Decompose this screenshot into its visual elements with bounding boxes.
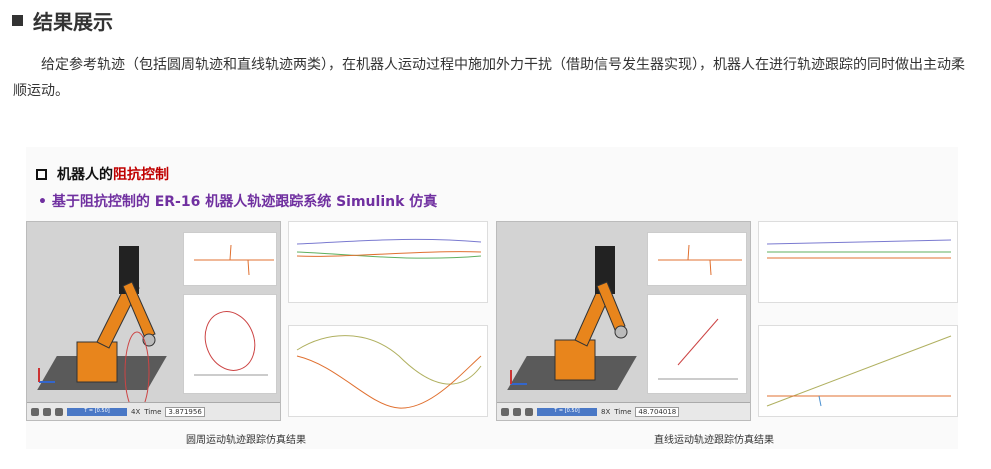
- square-bullet-icon: [12, 15, 23, 26]
- time-label: Time: [144, 407, 162, 416]
- time-value: 3.871956: [165, 406, 205, 417]
- caption-line: 直线运动轨迹跟踪仿真结果: [654, 435, 774, 446]
- progress-bar[interactable]: T = [0.50]: [67, 407, 127, 416]
- playback-controls[interactable]: T = [0.50] 4X Time 3.871956: [27, 402, 280, 420]
- slide-title: 机器人的 阻抗控制: [36, 164, 169, 184]
- slide-title-prefix: 机器人的: [57, 167, 113, 183]
- circle-result-panel: T = [0.50] 4X Time 3.871956: [26, 221, 488, 421]
- force-mini-plot: [183, 232, 277, 286]
- intro-paragraph: 给定参考轨迹（包括圆周轨迹和直线轨迹两类），在机器人运动过程中施加外力干扰（借助…: [13, 57, 965, 99]
- heading-text: 结果展示: [33, 10, 113, 34]
- time-value: 48.704018: [635, 406, 680, 417]
- step-button[interactable]: [525, 407, 533, 416]
- result-figure: 机器人的 阻抗控制 • 基于阻抗控制的 ER-16 机器人轨迹跟踪系统 Simul…: [26, 147, 958, 449]
- line-result-panel: T = [0.50] 8X Time 48.704018: [496, 221, 958, 421]
- progress-bar[interactable]: T = [0.50]: [537, 407, 597, 416]
- caption-circle: 圆周运动轨迹跟踪仿真结果: [186, 435, 306, 446]
- force-mini-plot: [647, 232, 747, 286]
- play-button[interactable]: [513, 407, 521, 416]
- trajectory-3d-plot: [647, 294, 747, 394]
- error-plot: [758, 221, 958, 303]
- time-label: Time: [614, 407, 632, 416]
- robot-viewer: T = [0.50] 4X Time 3.871956: [26, 221, 281, 421]
- slide-title-highlight: 阻抗控制: [113, 167, 169, 183]
- speed-label: 8X: [601, 407, 611, 416]
- playback-controls[interactable]: T = [0.50] 8X Time 48.704018: [497, 402, 750, 420]
- trajectory-3d-plot: [183, 294, 277, 394]
- rewind-button[interactable]: [501, 407, 509, 416]
- section-heading: 结果展示: [12, 6, 113, 35]
- play-button[interactable]: [43, 407, 51, 416]
- position-plot: [758, 325, 958, 417]
- slide-subtitle: • 基于阻抗控制的 ER-16 机器人轨迹跟踪系统 Simulink 仿真: [38, 194, 438, 210]
- rewind-button[interactable]: [31, 407, 39, 416]
- position-plot: [288, 325, 488, 417]
- step-button[interactable]: [55, 407, 63, 416]
- speed-label: 4X: [131, 407, 141, 416]
- checkbox-square-icon: [36, 168, 47, 180]
- robot-viewer: T = [0.50] 8X Time 48.704018: [496, 221, 751, 421]
- error-plot: [288, 221, 488, 303]
